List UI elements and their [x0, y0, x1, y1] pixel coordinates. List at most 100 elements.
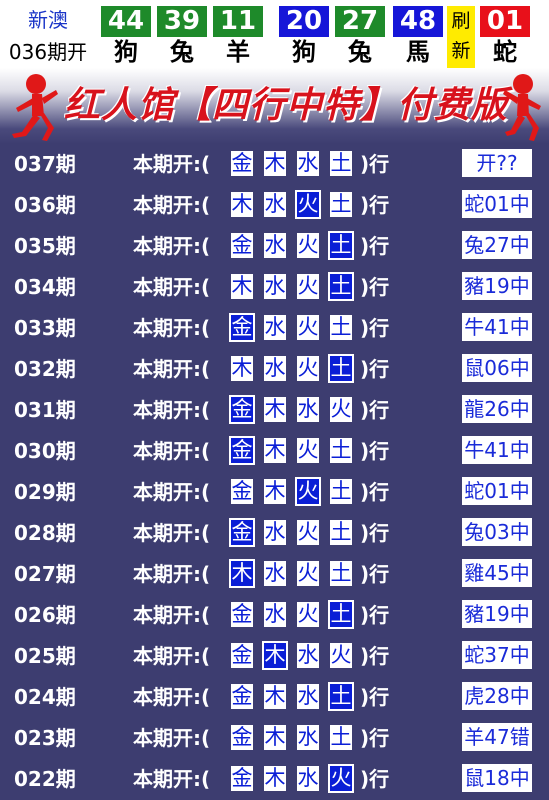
table-row: 028期 本期开:( 金 水 火 土 )行 兔03中 [0, 513, 549, 554]
table-row: 037期 本期开:( 金 木 水 土 )行 开?? [0, 144, 549, 185]
table-row: 036期 本期开:( 木 水 火 土 )行 蛇01中 [0, 185, 549, 226]
element-3: 水 [297, 725, 319, 750]
running-figure-left-icon [12, 74, 58, 141]
running-figure-right-icon [503, 74, 541, 141]
element-4: 土 [330, 438, 352, 463]
draw-ball-6: 48 馬 [393, 6, 443, 68]
row-period: 026期 [14, 603, 76, 627]
row-result: 虎28中 [462, 682, 532, 710]
element-4: 土 [330, 192, 352, 217]
row-period: 035期 [14, 234, 76, 258]
element-2: 木 [264, 397, 286, 422]
row-period: 034期 [14, 275, 76, 299]
row-period: 025期 [14, 644, 76, 668]
element-1: 金 [229, 313, 255, 342]
row-result: 兔03中 [462, 518, 532, 546]
element-4: 火 [330, 643, 352, 668]
element-3: 火 [297, 315, 319, 340]
element-1: 金 [231, 643, 253, 668]
element-4: 火 [328, 764, 354, 793]
row-result: 豬19中 [462, 600, 532, 628]
element-1: 金 [229, 518, 255, 547]
element-3: 水 [297, 766, 319, 791]
row-suffix: )行 [360, 275, 390, 299]
element-3: 水 [297, 151, 319, 176]
title-banner: 红人馆【四行中特】付费版 [0, 68, 549, 144]
ball-zodiac: 兔 [348, 38, 372, 66]
row-suffix: )行 [360, 316, 390, 340]
element-2: 水 [264, 520, 286, 545]
element-2: 木 [264, 438, 286, 463]
element-1: 金 [229, 436, 255, 465]
ball-zodiac: 狗 [292, 38, 316, 66]
row-suffix: )行 [360, 726, 390, 750]
table-row: 035期 本期开:( 金 水 火 土 )行 兔27中 [0, 226, 549, 267]
element-3: 火 [297, 602, 319, 627]
ball-zodiac: 兔 [170, 38, 194, 66]
element-1: 金 [231, 151, 253, 176]
draw-ball-3: 11 羊 [213, 6, 263, 68]
row-result: 兔27中 [462, 231, 532, 259]
row-period: 037期 [14, 152, 76, 176]
row-suffix: )行 [360, 644, 390, 668]
element-2: 水 [264, 233, 286, 258]
draw-ball-1: 44 狗 [101, 6, 151, 68]
row-result: 鼠18中 [462, 764, 532, 792]
element-2: 木 [264, 684, 286, 709]
draw-results-header: 新澳 036期开 44 狗 39 兔 11 羊 20 狗 27 兔 48 馬 刷… [0, 0, 549, 68]
element-4: 土 [328, 272, 354, 301]
element-3: 火 [297, 274, 319, 299]
refresh-button[interactable]: 刷 新 [447, 6, 475, 68]
draw-ball-5: 27 兔 [335, 6, 385, 68]
row-prefix: 本期开:( [133, 767, 211, 791]
table-row: 032期 本期开:( 木 水 火 土 )行 鼠06中 [0, 349, 549, 390]
row-suffix: )行 [360, 234, 390, 258]
ball-number: 27 [335, 6, 385, 37]
row-prefix: 本期开:( [133, 521, 211, 545]
element-2: 水 [264, 561, 286, 586]
element-1: 金 [231, 479, 253, 504]
element-2: 水 [264, 315, 286, 340]
row-prefix: 本期开:( [133, 398, 211, 422]
ball-number: 11 [213, 6, 263, 37]
element-3: 火 [295, 190, 321, 219]
row-result: 羊47错 [462, 723, 532, 751]
element-4: 火 [330, 397, 352, 422]
row-period: 032期 [14, 357, 76, 381]
table-row: 026期 本期开:( 金 水 火 土 )行 豬19中 [0, 595, 549, 636]
table-row: 024期 本期开:( 金 木 水 土 )行 虎28中 [0, 677, 549, 718]
element-1: 木 [231, 356, 253, 381]
row-prefix: 本期开:( [133, 685, 211, 709]
table-row: 031期 本期开:( 金 木 水 火 )行 龍26中 [0, 390, 549, 431]
element-3: 火 [297, 233, 319, 258]
element-1: 木 [231, 274, 253, 299]
row-result: 牛41中 [462, 436, 532, 464]
row-result: 龍26中 [462, 395, 532, 423]
row-suffix: )行 [360, 152, 390, 176]
ball-zodiac: 羊 [226, 38, 250, 66]
row-suffix: )行 [360, 685, 390, 709]
draw-period-label: 036期开 [8, 40, 88, 64]
row-prefix: 本期开:( [133, 275, 211, 299]
refresh-label-top: 刷 [451, 10, 471, 32]
row-period: 036期 [14, 193, 76, 217]
table-row: 034期 本期开:( 木 水 火 土 )行 豬19中 [0, 267, 549, 308]
element-1: 金 [231, 233, 253, 258]
element-1: 金 [231, 766, 253, 791]
row-result: 蛇37中 [462, 641, 532, 669]
row-result: 开?? [462, 149, 532, 177]
element-2: 木 [264, 479, 286, 504]
row-period: 031期 [14, 398, 76, 422]
element-2: 水 [264, 192, 286, 217]
table-row: 023期 本期开:( 金 木 水 土 )行 羊47错 [0, 718, 549, 759]
element-4: 土 [330, 479, 352, 504]
table-row: 033期 本期开:( 金 水 火 土 )行 牛41中 [0, 308, 549, 349]
banner-title: 红人馆【四行中特】付费版 [64, 84, 509, 126]
row-suffix: )行 [360, 357, 390, 381]
ball-number: 39 [157, 6, 207, 37]
table-row: 029期 本期开:( 金 木 火 土 )行 蛇01中 [0, 472, 549, 513]
row-prefix: 本期开:( [133, 726, 211, 750]
row-result: 蛇01中 [462, 190, 532, 218]
row-period: 024期 [14, 685, 76, 709]
element-4: 土 [328, 682, 354, 711]
